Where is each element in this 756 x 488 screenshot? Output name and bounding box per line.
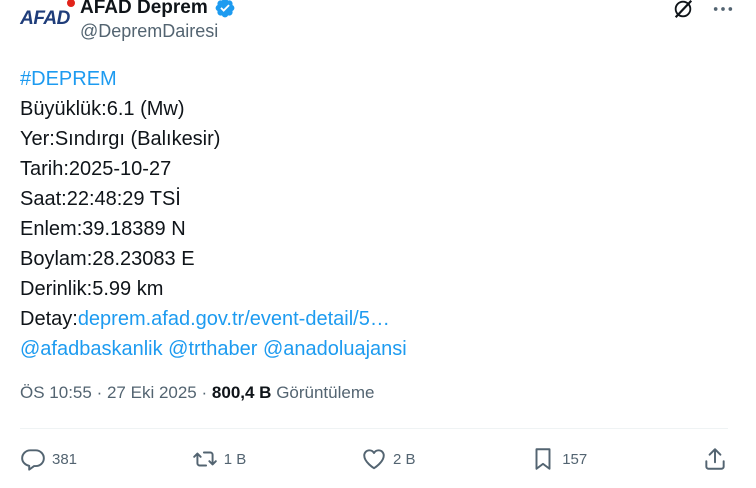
tweet-card: AFAD AFAD Deprem @DepremDairesi #DEPREM … — [0, 0, 756, 488]
mention-afadbaskanlik[interactable]: @afadbaskanlik — [20, 338, 163, 360]
magnitude-line: Büyüklük:6.1 (Mw) — [20, 98, 185, 120]
share-icon — [705, 448, 725, 470]
like-button[interactable]: 2 B — [361, 446, 416, 472]
bookmark-button[interactable]: 157 — [530, 446, 587, 472]
longitude-line: Boylam:28.23083 E — [20, 248, 195, 270]
reply-count: 381 — [52, 450, 78, 468]
time-line: Saat:22:48:29 TSİ — [20, 188, 181, 210]
mention-trthaber[interactable]: @trthaber — [168, 338, 257, 360]
like-count: 2 B — [392, 450, 416, 468]
date-line: Tarih:2025-10-27 — [20, 158, 172, 180]
action-bar: 381 1 B 2 B 157 — [20, 442, 728, 476]
author-name-row[interactable]: AFAD Deprem — [80, 0, 236, 19]
reply-icon — [21, 449, 45, 471]
latitude-line: Enlem:39.18389 N — [20, 218, 186, 240]
views-count: 800,4 B — [211, 383, 272, 402]
mention-anadoluajansi[interactable]: @anadoluajansi — [263, 338, 407, 360]
bookmark-count: 157 — [562, 450, 588, 468]
grok-icon[interactable] — [672, 0, 694, 20]
heart-icon — [363, 449, 385, 470]
display-name[interactable]: AFAD Deprem — [80, 0, 208, 19]
post-date[interactable]: 27 Eki 2025 — [107, 383, 197, 402]
share-button[interactable] — [702, 446, 728, 472]
detail-label: Detay: — [20, 308, 78, 330]
more-options-icon[interactable] — [712, 0, 734, 20]
meta-separator: · — [96, 383, 103, 402]
tweet-meta: ÖS 10:55 · 27 Eki 2025 · 800,4 B Görüntü… — [20, 383, 374, 403]
views-label: Görüntüleme — [276, 383, 375, 402]
detail-line: Detay:deprem.afad.gov.tr/event-detail/5… — [20, 304, 407, 334]
tweet-text: #DEPREM Büyüklük:6.1 (Mw) Yer:Sındırgı (… — [20, 64, 407, 364]
verified-badge-icon — [215, 0, 235, 18]
reply-button[interactable]: 381 — [20, 446, 77, 472]
depth-line: Derinlik:5.99 km — [20, 278, 164, 300]
post-time[interactable]: ÖS 10:55 — [20, 383, 92, 402]
meta-separator: · — [201, 383, 208, 402]
afad-logo: AFAD — [20, 8, 70, 29]
logo-dot-icon — [67, 0, 75, 7]
repost-button[interactable]: 1 B — [192, 446, 247, 472]
mentions-line: @afadbaskanlik @trthaber @anadoluajansi — [20, 334, 407, 364]
tweet-top-actions — [672, 0, 734, 20]
divider — [20, 428, 728, 429]
avatar[interactable]: AFAD — [14, 0, 76, 44]
detail-link[interactable]: deprem.afad.gov.tr/event-detail/5… — [78, 308, 390, 330]
bookmark-icon — [535, 448, 551, 470]
hashtag-link[interactable]: #DEPREM — [20, 64, 407, 94]
location-line: Yer:Sındırgı (Balıkesir) — [20, 128, 221, 150]
repost-count: 1 B — [223, 450, 247, 468]
repost-icon — [192, 451, 217, 467]
author-handle[interactable]: @DepremDairesi — [80, 21, 218, 42]
